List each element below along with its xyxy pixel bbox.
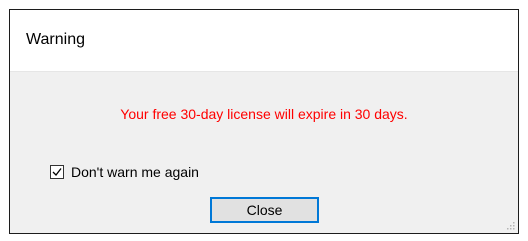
- dialog-title: Warning: [26, 31, 85, 48]
- checkmark-icon: [52, 168, 62, 176]
- warning-dialog: Warning Your free 30-day license will ex…: [9, 9, 519, 234]
- dont-warn-checkbox-row[interactable]: Don't warn me again: [50, 164, 199, 180]
- close-button-label: Close: [246, 202, 283, 218]
- title-bar[interactable]: Warning: [10, 10, 518, 72]
- close-button[interactable]: Close: [210, 197, 319, 223]
- license-expiry-message: Your free 30-day license will expire in …: [120, 106, 408, 122]
- dont-warn-checkbox[interactable]: [50, 165, 64, 179]
- resize-grip-icon[interactable]: [506, 221, 516, 231]
- dont-warn-label[interactable]: Don't warn me again: [71, 164, 199, 180]
